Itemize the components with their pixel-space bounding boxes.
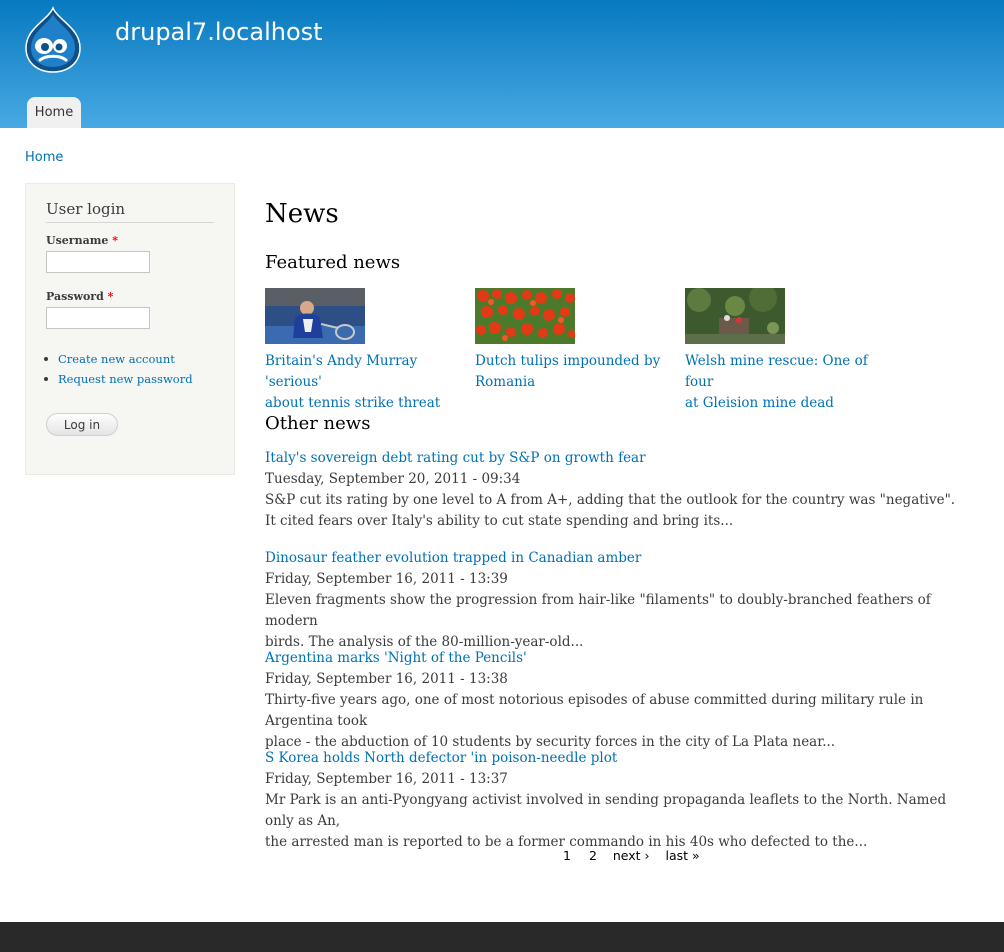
username-label: Username *	[46, 234, 118, 247]
featured-item: Britain's Andy Murray 'serious' about te…	[265, 288, 465, 414]
featured-title-line: Britain's Andy Murray 'serious'	[265, 353, 418, 390]
list-item: Request new password	[44, 369, 193, 389]
pager-page-2-link[interactable]: 2	[589, 848, 597, 863]
list-item: Create new account	[44, 349, 193, 369]
news-date: Tuesday, September 20, 2011 - 09:34	[265, 471, 521, 487]
other-news-heading: Other news	[265, 413, 371, 434]
log-in-button[interactable]: Log in	[46, 413, 118, 436]
breadcrumb-home-link[interactable]: Home	[25, 150, 63, 165]
username-label-text: Username	[46, 234, 109, 247]
username-input[interactable]	[46, 251, 150, 273]
news-teaser: Eleven fragments show the progression fr…	[265, 592, 931, 629]
required-marker: *	[112, 234, 118, 247]
featured-title-line: about tennis strike threat	[265, 395, 441, 411]
required-marker: *	[107, 290, 114, 303]
featured-title-line: Welsh mine rescue: One of four	[685, 353, 868, 390]
featured-news-link[interactable]: Welsh mine rescue: One of four at Gleisi…	[685, 351, 885, 414]
featured-title-line: at Gleision mine dead	[685, 395, 834, 411]
featured-title-line: Dutch tulips impounded by	[475, 353, 661, 369]
mine-rescue-image[interactable]	[685, 288, 785, 344]
request-password-link[interactable]: Request new password	[58, 372, 193, 386]
site-name[interactable]: drupal7.localhost	[115, 18, 323, 46]
featured-news-link[interactable]: Britain's Andy Murray 'serious' about te…	[265, 351, 465, 414]
news-item: Dinosaur feather evolution trapped in Ca…	[265, 548, 965, 653]
news-date: Friday, September 16, 2011 - 13:38	[265, 671, 508, 687]
news-item: Italy's sovereign debt rating cut by S&P…	[265, 448, 965, 532]
create-account-link[interactable]: Create new account	[58, 352, 175, 366]
news-teaser: S&P cut its rating by one level to A fro…	[265, 492, 956, 508]
featured-title-line: Romania	[475, 374, 536, 390]
news-title-link[interactable]: Dinosaur feather evolution trapped in Ca…	[265, 548, 965, 569]
drupal-logo-icon[interactable]	[22, 6, 84, 74]
password-input[interactable]	[46, 307, 150, 329]
news-teaser: Thirty-five years ago, one of most notor…	[265, 692, 924, 729]
news-teaser: It cited fears over Italy's ability to c…	[265, 513, 734, 529]
news-item: S Korea holds North defector 'in poison-…	[265, 748, 965, 853]
user-login-title: User login	[46, 200, 214, 223]
page-title: News	[265, 199, 339, 229]
featured-news-link[interactable]: Dutch tulips impounded by Romania	[475, 351, 675, 393]
site-footer	[0, 922, 1004, 952]
tab-home[interactable]: Home	[27, 97, 81, 128]
news-item: Argentina marks 'Night of the Pencils' F…	[265, 648, 965, 753]
news-title-link[interactable]: S Korea holds North defector 'in poison-…	[265, 748, 965, 769]
pager-last-link[interactable]: last »	[666, 848, 700, 863]
featured-item: Dutch tulips impounded by Romania	[475, 288, 675, 393]
pager: 1 2 next › last »	[563, 848, 712, 863]
news-teaser: Mr Park is an anti-Pyongyang activist in…	[265, 792, 947, 829]
news-date: Friday, September 16, 2011 - 13:39	[265, 571, 508, 587]
site-header: drupal7.localhost Home	[0, 0, 1004, 128]
user-login-block: User login Username * Password * Create …	[25, 183, 235, 475]
pager-next-link[interactable]: next ›	[613, 848, 650, 863]
news-title-link[interactable]: Argentina marks 'Night of the Pencils'	[265, 648, 965, 669]
login-links-list: Create new account Request new password	[44, 349, 193, 389]
news-title-link[interactable]: Italy's sovereign debt rating cut by S&P…	[265, 448, 965, 469]
password-label-text: Password	[46, 290, 104, 303]
featured-news-heading: Featured news	[265, 252, 401, 273]
pager-current-page: 1	[563, 848, 571, 863]
featured-item: Welsh mine rescue: One of four at Gleisi…	[685, 288, 885, 414]
password-label: Password *	[46, 290, 113, 303]
news-date: Friday, September 16, 2011 - 13:37	[265, 771, 508, 787]
tulips-image[interactable]	[475, 288, 575, 344]
tennis-player-image[interactable]	[265, 288, 365, 344]
